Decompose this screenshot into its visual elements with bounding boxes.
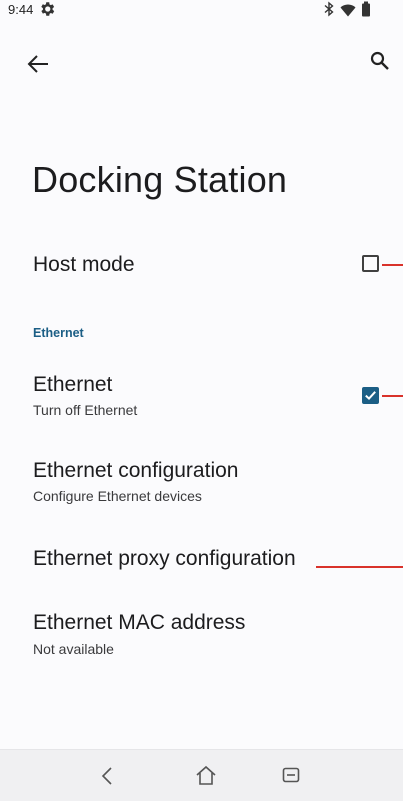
ethernet-section-header: Ethernet (33, 326, 84, 340)
home-icon[interactable] (194, 764, 218, 786)
ethernet-proxy-configuration-title: Ethernet proxy configuration (33, 547, 296, 570)
back-nav-icon[interactable] (100, 766, 114, 786)
gear-icon (41, 2, 55, 16)
navigation-bar (0, 749, 403, 801)
ethernet-configuration-summary: Configure Ethernet devices (33, 488, 202, 504)
ethernet-proxy-configuration-row[interactable]: Ethernet proxy configuration (0, 533, 403, 585)
ethernet-mac-address-row[interactable]: Ethernet MAC address Not available (0, 603, 403, 663)
checkmark-icon (365, 391, 376, 401)
host-mode-checkbox[interactable] (362, 255, 379, 272)
ethernet-configuration-title: Ethernet configuration (33, 459, 239, 482)
callout-line-host-mode (382, 264, 403, 266)
ethernet-mac-address-summary: Not available (33, 641, 114, 657)
page-title: Docking Station (32, 159, 288, 200)
arrow-left-icon[interactable] (26, 54, 50, 74)
screen: 9:44 Docking Station Host mode Ethernet … (0, 0, 403, 801)
recents-icon[interactable] (282, 767, 300, 783)
ethernet-row[interactable]: Ethernet Turn off Ethernet (0, 362, 403, 422)
wifi-icon (340, 4, 356, 17)
ethernet-title: Ethernet (33, 373, 113, 396)
ethernet-configuration-row[interactable]: Ethernet configuration Configure Etherne… (0, 448, 403, 508)
callout-line-ethernet (382, 395, 403, 397)
search-icon[interactable] (369, 50, 391, 72)
ethernet-summary: Turn off Ethernet (33, 402, 138, 418)
ethernet-checkbox[interactable] (362, 387, 379, 404)
callout-line-ethernet-proxy (316, 566, 403, 568)
host-mode-title: Host mode (33, 253, 135, 276)
host-mode-row[interactable]: Host mode (0, 238, 403, 290)
bluetooth-icon (324, 1, 334, 17)
status-time: 9:44 (8, 2, 34, 17)
ethernet-mac-address-title: Ethernet MAC address (33, 611, 246, 634)
battery-icon (362, 1, 370, 17)
